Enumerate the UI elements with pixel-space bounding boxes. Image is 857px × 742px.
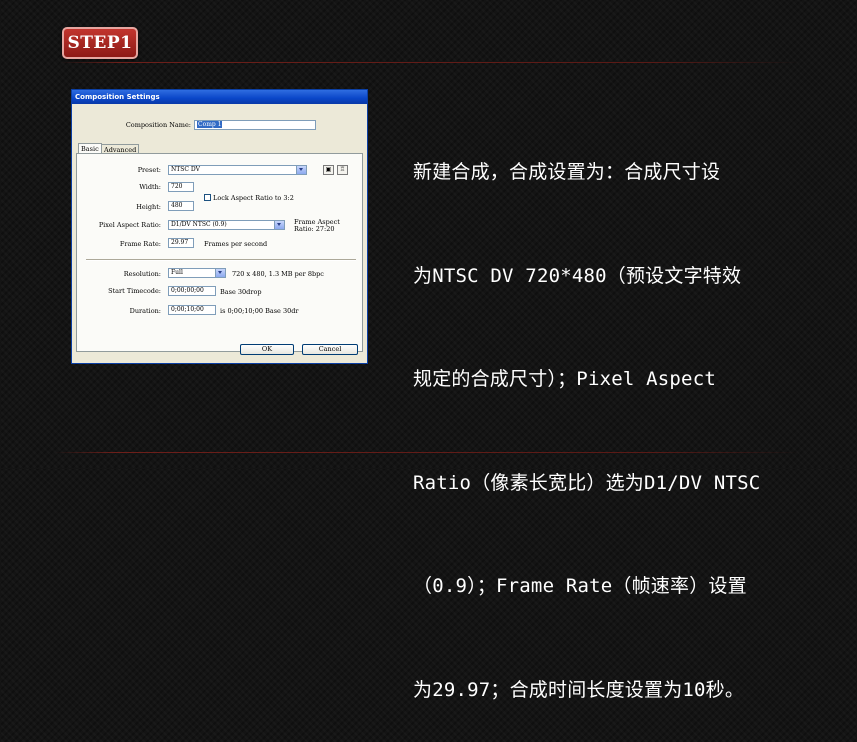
pixel-aspect-ratio-value: D1/DV NTSC (0.9) xyxy=(171,221,227,228)
start-timecode-base: Base 30drop xyxy=(220,288,262,296)
width-input[interactable]: 720 xyxy=(168,182,194,192)
resolution-info: 720 x 480, 1.3 MB per 8bpc xyxy=(232,270,324,278)
width-label: Width: xyxy=(139,183,161,191)
description-line: 为NTSC DV 720*480（预设文字特效 xyxy=(413,264,742,287)
dialog-title: Composition Settings xyxy=(72,90,367,104)
frame-aspect-value: Ratio: 27:20 xyxy=(294,224,335,233)
duration-label: Duration: xyxy=(129,307,161,315)
lock-aspect-label: Lock Aspect Ratio to 3:2 xyxy=(213,194,294,202)
comp-name-label: Composition Name: xyxy=(125,121,191,129)
description-line: （0.9）；Frame Rate（帧速率）设置 xyxy=(413,575,747,597)
trash-icon[interactable]: ♖ xyxy=(337,165,348,175)
preset-select[interactable]: NTSC DV xyxy=(168,165,307,175)
frame-aspect-ratio: Frame Aspect Ratio: 27:20 xyxy=(294,219,340,232)
basic-tab-panel: Preset: NTSC DV ▣ ♖ Width: 720 Lock Aspe… xyxy=(76,153,363,352)
height-label: Height: xyxy=(136,203,161,211)
step-badge: STEP1 xyxy=(62,27,138,59)
start-timecode-label: Start Timecode: xyxy=(108,287,161,295)
comp-name-input[interactable]: Comp 1 xyxy=(194,120,316,130)
duration-info: is 0;00;10;00 Base 30dr xyxy=(220,307,299,315)
frame-rate-suffix: Frames per second xyxy=(204,240,268,248)
preset-label: Preset: xyxy=(137,166,161,174)
height-input[interactable]: 480 xyxy=(168,201,194,211)
bottom-divider xyxy=(55,452,800,453)
chevron-down-icon xyxy=(274,221,284,229)
chevron-down-icon xyxy=(296,166,306,174)
top-divider xyxy=(60,62,800,63)
comp-name-value: Comp 1 xyxy=(197,121,223,128)
description-line: 规定的合成尺寸）；Pixel Aspect xyxy=(413,368,716,390)
resolution-select[interactable]: Full xyxy=(168,268,226,278)
cancel-button[interactable]: Cancel xyxy=(302,344,358,355)
frame-rate-input[interactable]: 29.97 xyxy=(168,238,194,248)
preset-value: NTSC DV xyxy=(171,166,200,173)
frame-rate-label: Frame Rate: xyxy=(119,240,161,248)
floppy-icon[interactable]: ▣ xyxy=(323,165,334,175)
pixel-aspect-ratio-label: Pixel Aspect Ratio: xyxy=(98,221,161,229)
pixel-aspect-ratio-select[interactable]: D1/DV NTSC (0.9) xyxy=(168,220,285,230)
composition-settings-dialog: Composition Settings Composition Name: C… xyxy=(71,89,368,364)
lock-aspect-checkbox[interactable] xyxy=(204,194,211,201)
duration-input[interactable]: 0;00;10;00 xyxy=(168,305,216,315)
description-line: 新建合成，合成设置为：合成尺寸设 xyxy=(413,161,721,183)
resolution-label: Resolution: xyxy=(123,270,161,278)
start-timecode-input[interactable]: 0;00;00;00 xyxy=(168,286,216,296)
resolution-value: Full xyxy=(171,269,183,276)
chevron-down-icon xyxy=(215,269,225,277)
step-description: 新建合成，合成设置为：合成尺寸设 为NTSC DV 720*480（预设文字特效… xyxy=(413,86,843,742)
ok-button[interactable]: OK xyxy=(240,344,294,355)
separator xyxy=(86,259,356,261)
description-line: Ratio（像素长宽比）选为D1/DV NTSC xyxy=(413,471,761,494)
description-line: 为29.97；合成时间长度设置为10秒。 xyxy=(413,678,745,701)
